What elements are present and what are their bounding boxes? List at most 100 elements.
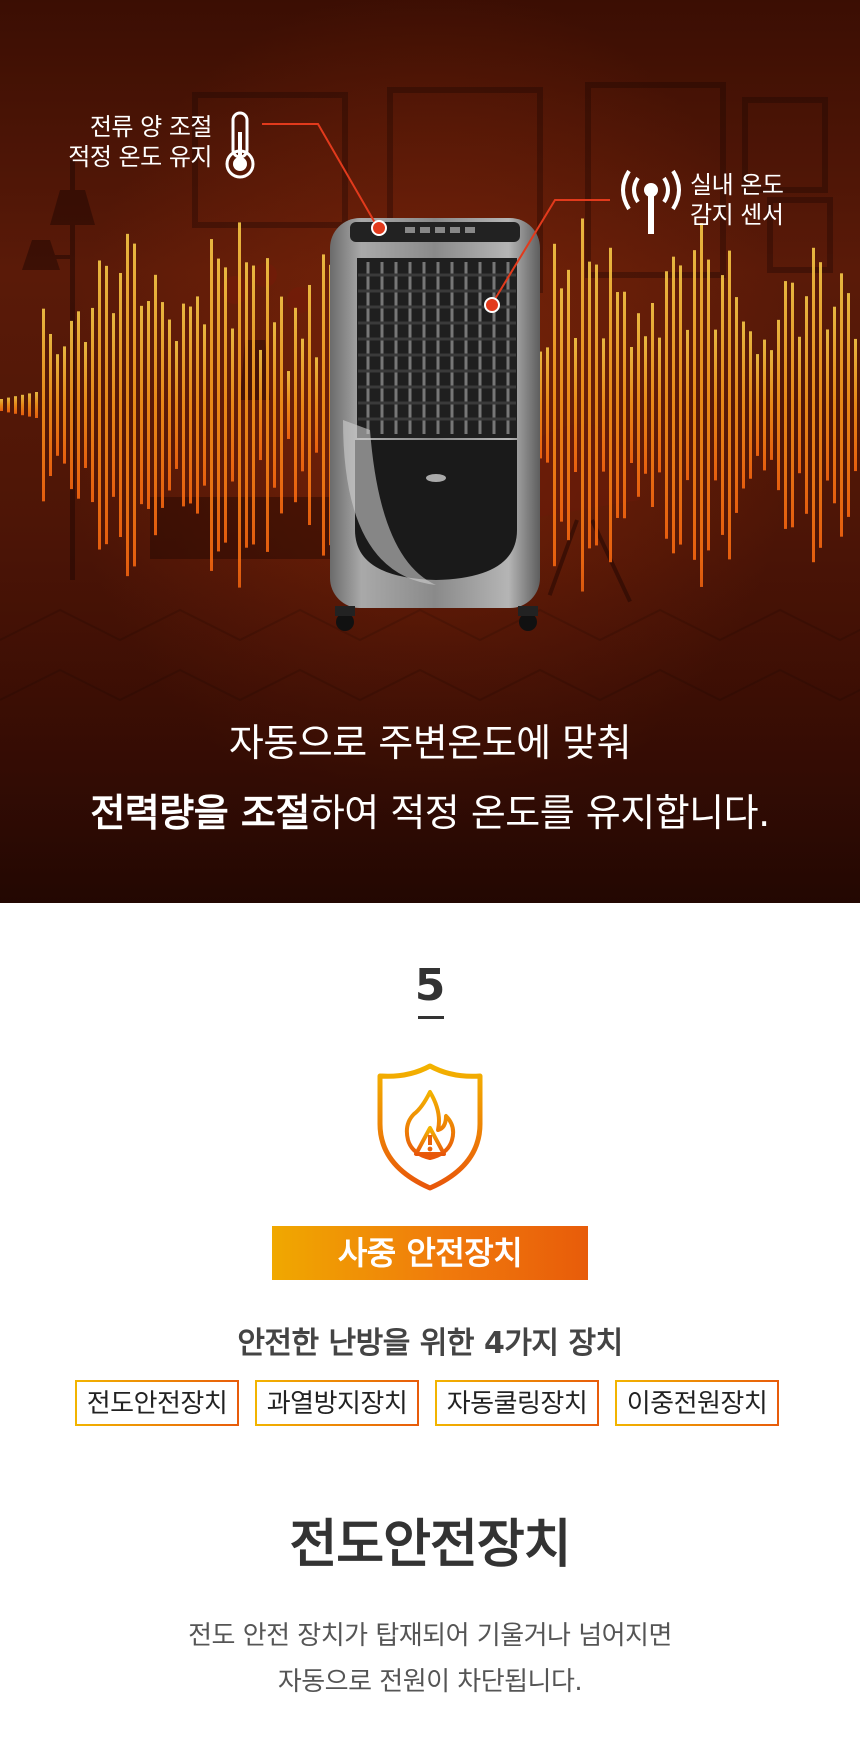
hero-section: 전류 양 조절 적정 온도 유지 실내 온도 감지 센서 자동으로 주변온도에 … [0, 0, 860, 903]
wave-bar [245, 262, 248, 548]
wave-bar [301, 338, 304, 472]
wave-bar [749, 331, 752, 479]
wave-bar [672, 256, 675, 554]
feature-description-line1: 전도 안전 장치가 탑재되어 기울거나 넘어지면 [188, 1621, 672, 1651]
section-number-underline [418, 1016, 444, 1019]
callout-dot-left [371, 220, 387, 236]
wave-bar [119, 272, 122, 538]
wave-bar [700, 223, 703, 587]
callout-left-line1: 전류 양 조절 [89, 113, 213, 141]
section-subtitle: 안전한 난방을 위한 4가지 장치 [237, 1326, 623, 1361]
wave-bar [280, 296, 283, 514]
wave-bar [28, 393, 31, 417]
wave-bar [777, 319, 780, 491]
wave-bar [77, 311, 80, 499]
wave-bar [609, 247, 612, 563]
callout-right-line2: 감지 센서 [690, 201, 784, 229]
wave-bar [35, 392, 38, 418]
hero-headline-rest: 하여 적정 온도를 유지합니다. [309, 791, 770, 835]
wave-bar [560, 288, 563, 522]
wave-bar [833, 306, 836, 504]
wave-bar [574, 337, 577, 473]
wave-bar [322, 254, 325, 556]
wave-bar [196, 296, 199, 514]
wave-bar [98, 260, 101, 550]
fire-shield-warning-icon [370, 1062, 490, 1196]
wave-bar [14, 396, 17, 414]
wave-bar [21, 394, 24, 416]
callout-left-line2: 적정 온도 유지 [68, 143, 212, 171]
wave-bar [567, 269, 570, 541]
wave-bar [49, 333, 52, 477]
wave-bar [770, 350, 773, 460]
wave-bar [112, 313, 115, 497]
side-table [150, 263, 350, 559]
wave-bar [742, 321, 745, 489]
wave-bar [91, 307, 94, 503]
section-number: 5 [414, 960, 446, 1011]
wave-bar [791, 282, 794, 528]
wave-bar [161, 302, 164, 508]
wave-bar [70, 320, 73, 490]
device-tag-dual-power: 이중전원장치 [615, 1380, 779, 1426]
wave-bar [238, 222, 241, 588]
safety-device-list: 전도안전장치 과열방지장치 자동쿨링장치 이중전원장치 [75, 1380, 785, 1430]
wave-bar [175, 341, 178, 469]
wave-bar [707, 259, 710, 551]
wave-bar [553, 243, 556, 567]
wave-bar [294, 307, 297, 503]
callout-current-control: 전류 양 조절 적정 온도 유지 [40, 112, 212, 172]
wave-bar [595, 264, 598, 546]
wave-bar [756, 354, 759, 456]
wave-bar [147, 301, 150, 509]
callout-dot-right [484, 297, 500, 313]
wave-bar [581, 218, 584, 592]
wave-bar [693, 250, 696, 560]
wave-bar [168, 319, 171, 491]
four-safety-badge: 사중 안전장치 [272, 1226, 588, 1280]
wave-bar [728, 250, 731, 560]
wave-bar [546, 347, 549, 463]
wave-bar [126, 233, 129, 577]
hero-headline-bold: 전력량을 조절 [90, 791, 310, 835]
callout-right-line1: 실내 온도 [690, 171, 784, 199]
wave-bar [602, 338, 605, 472]
wireless-sensor-icon [620, 168, 682, 242]
wave-bar [805, 296, 808, 514]
wave-bar [308, 284, 311, 526]
wave-bar [140, 305, 143, 505]
wave-bar [812, 247, 815, 563]
wave-bar [847, 293, 850, 517]
wave-bar [763, 339, 766, 471]
wave-bar [623, 291, 626, 519]
wave-bar [721, 275, 724, 535]
wave-bar [133, 243, 136, 567]
wave-bar [287, 371, 290, 439]
wave-bar [189, 306, 192, 504]
wave-bar [658, 337, 661, 473]
wave-bar [819, 262, 822, 548]
wave-bar [679, 265, 682, 545]
wave-bar [784, 281, 787, 529]
wave-bar [266, 258, 269, 552]
wave-bar [644, 336, 647, 474]
wave-bar [42, 308, 45, 502]
wave-bar [630, 346, 633, 464]
callout-temperature-sensor: 실내 온도 감지 센서 [690, 170, 784, 230]
heater-product [330, 218, 540, 631]
wave-bar [63, 346, 66, 464]
wave-bar [217, 258, 220, 552]
wave-bar [588, 261, 591, 549]
wave-bar [224, 267, 227, 543]
hero-headline-line2: 전력량을 조절하여 적정 온도를 유지합니다. [0, 782, 860, 837]
feature-title: 전도안전장치 [289, 1515, 571, 1575]
wave-bar [154, 274, 157, 536]
wave-bar [231, 328, 234, 482]
wave-bar [714, 329, 717, 481]
wave-bar [0, 399, 3, 411]
wave-bar [7, 397, 10, 413]
feature-description-line2: 자동으로 전원이 차단됩니다. [277, 1667, 583, 1697]
wave-bar [651, 302, 654, 508]
wave-bar [840, 273, 843, 537]
wave-bar [252, 265, 255, 545]
